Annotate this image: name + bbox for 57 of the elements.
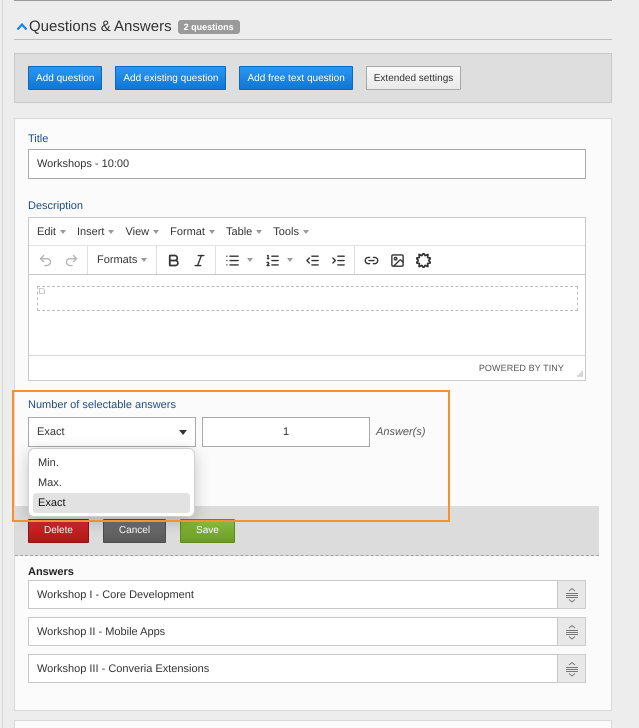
bullet-list-icon[interactable] — [225, 252, 240, 268]
drag-handle[interactable] — [558, 617, 586, 646]
chevron-up-icon[interactable] — [16, 22, 28, 31]
dropdown-option[interactable]: Max. — [33, 473, 190, 493]
field-label: Number of selectable answers — [28, 398, 177, 412]
field-label: Description — [28, 199, 84, 213]
field-label: Title — [28, 132, 50, 146]
form-action-button[interactable]: Delete — [28, 518, 89, 542]
toolbar-button[interactable]: Extended settings — [366, 66, 462, 90]
section-title: Questions & Answers — [29, 18, 172, 35]
drag-handle[interactable] — [558, 654, 586, 683]
toolbar-button[interactable]: Add question — [28, 66, 102, 90]
answer-field[interactable]: Workshop I - Core Development — [28, 580, 558, 609]
numbered-list-icon[interactable] — [265, 252, 280, 268]
drag-handle-icon[interactable] — [564, 660, 578, 676]
unit-label: Answer(s) — [376, 426, 426, 438]
caret-icon[interactable] — [153, 230, 160, 234]
caret-icon[interactable] — [247, 258, 254, 262]
toolbar-button[interactable]: Add existing question — [115, 66, 226, 90]
form-action-button[interactable]: Cancel — [102, 518, 166, 542]
resize-grip-icon[interactable] — [576, 371, 583, 378]
editor-menu-item[interactable]: Format — [170, 226, 215, 238]
editor-menu-item[interactable]: Table — [226, 226, 262, 238]
mode-select[interactable]: Exact — [28, 417, 196, 447]
caret-icon[interactable] — [287, 258, 294, 262]
question-count-badge: 2 questions — [178, 20, 240, 34]
editor-menu-item[interactable]: View — [125, 226, 160, 238]
editor-menu-item[interactable]: Edit — [37, 226, 66, 238]
title-field[interactable]: Workshops - 10:00 — [28, 149, 586, 179]
formats-dropdown[interactable]: Formats — [91, 254, 154, 266]
editor-menu-item[interactable]: Insert — [76, 226, 114, 238]
editor-branding[interactable]: POWERED BY TINY — [478, 363, 564, 373]
answers-label: Answers — [28, 565, 75, 579]
caret-icon[interactable] — [208, 230, 215, 234]
answer-field[interactable]: Workshop II - Mobile Apps — [28, 617, 558, 646]
count-field[interactable]: 1 — [202, 417, 370, 447]
toolbar-button[interactable]: Add free text question — [239, 66, 353, 90]
italic-icon[interactable] — [192, 252, 207, 268]
caret-icon[interactable] — [108, 230, 114, 234]
drag-handle[interactable] — [558, 580, 586, 609]
marker-icon — [39, 288, 45, 294]
editor-content-field[interactable] — [37, 286, 578, 311]
caret-icon[interactable] — [60, 230, 66, 234]
dropdown-option[interactable]: Exact — [33, 493, 190, 513]
dropdown-option[interactable]: Min. — [33, 453, 190, 473]
outdent-icon[interactable] — [304, 252, 320, 268]
select-arrow-icon[interactable] — [179, 430, 187, 434]
caret-icon[interactable] — [256, 230, 262, 234]
answer-field[interactable]: Workshop III - Converia Extensions — [28, 654, 558, 683]
drag-handle-icon[interactable] — [564, 624, 578, 640]
editor-menu-item[interactable]: Tools — [273, 226, 309, 238]
caret-icon[interactable] — [302, 230, 309, 234]
indent-icon[interactable] — [330, 252, 346, 268]
image-icon[interactable] — [390, 252, 405, 268]
starburst-icon[interactable] — [416, 252, 431, 268]
caret-icon[interactable] — [141, 258, 148, 262]
drag-handle-icon[interactable] — [564, 586, 578, 602]
